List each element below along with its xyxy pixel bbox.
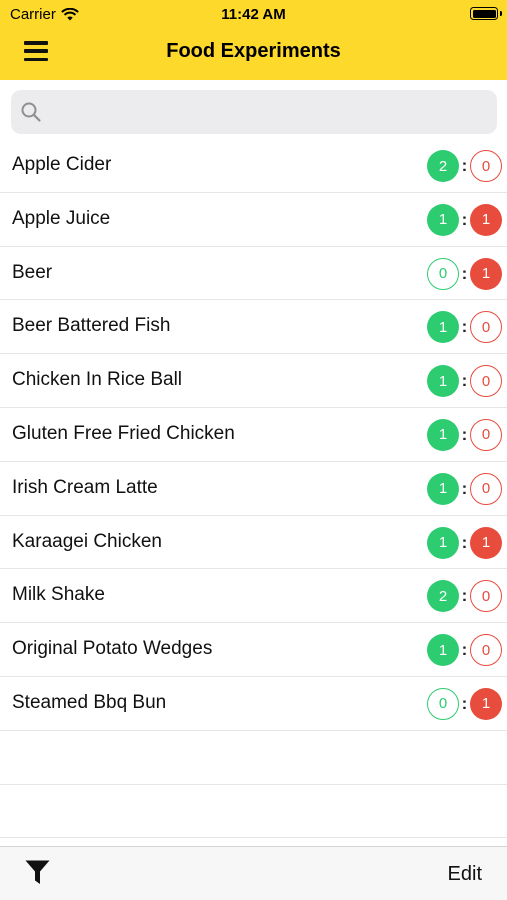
score-separator: :: [461, 532, 468, 552]
item-name: Apple Juice: [12, 207, 111, 229]
list-item[interactable]: Beer 0:1: [0, 247, 507, 301]
score-separator: :: [461, 371, 468, 391]
good-count-badge: 1: [427, 418, 459, 451]
bad-count-badge: 1: [470, 687, 502, 720]
score-badges: 1:1: [427, 526, 502, 559]
score-badges: 0:1: [427, 257, 502, 290]
score-separator: :: [461, 478, 468, 498]
good-count-badge: 1: [427, 472, 459, 505]
filter-icon[interactable]: [24, 859, 51, 886]
good-count-badge: 0: [427, 257, 459, 290]
search-icon: [21, 102, 41, 122]
item-name: Karaagei Chicken: [12, 530, 162, 552]
item-name: Irish Cream Latte: [12, 476, 158, 498]
score-separator: :: [461, 586, 468, 606]
score-badges: 2:0: [427, 580, 502, 613]
bad-count-badge: 0: [470, 634, 502, 667]
good-count-badge: 2: [427, 150, 459, 182]
experiment-list: Apple Cider 2:0 Apple Juice 1:1 Beer 0:1 Beer …: [0, 139, 507, 839]
item-name: Beer: [12, 261, 53, 283]
good-count-badge: 1: [427, 203, 459, 236]
bad-count-badge: 0: [470, 472, 502, 505]
status-bar: Carrier 11:42 AM: [0, 0, 507, 28]
score-separator: :: [461, 209, 468, 229]
score-badges: 1:0: [427, 365, 502, 398]
score-separator: :: [461, 693, 468, 713]
item-name: Steamed Bbq Bun: [12, 691, 167, 713]
list-item[interactable]: Irish Cream Latte 1:0: [0, 462, 507, 516]
bad-count-badge: 1: [470, 526, 502, 559]
item-name: Beer Battered Fish: [12, 315, 171, 337]
list-item[interactable]: Original Potato Wedges 1:0: [0, 623, 507, 677]
good-count-badge: 1: [427, 365, 459, 398]
bad-count-badge: 0: [470, 365, 502, 398]
empty-row: [0, 785, 507, 839]
bottom-toolbar: Edit: [0, 846, 507, 900]
bad-count-badge: 1: [470, 203, 502, 236]
score-separator: :: [461, 156, 468, 175]
item-name: Milk Shake: [12, 584, 105, 606]
navigation-bar: Food Experiments: [0, 28, 507, 80]
top-bar: Carrier 11:42 AM Food Experiments: [0, 0, 507, 80]
search-bar[interactable]: [11, 90, 497, 134]
score-separator: :: [461, 424, 468, 444]
score-separator: :: [461, 263, 468, 283]
list-item[interactable]: Steamed Bbq Bun 0:1: [0, 677, 507, 731]
bad-count-badge: 0: [470, 311, 502, 344]
score-badges: 1:1: [427, 203, 502, 236]
status-time: 11:42 AM: [221, 6, 286, 23]
item-name: Gluten Free Fried Chicken: [12, 422, 235, 444]
list-item[interactable]: Apple Cider 2:0: [0, 139, 507, 193]
edit-button[interactable]: Edit: [448, 863, 482, 886]
list-item[interactable]: Milk Shake 2:0: [0, 569, 507, 624]
score-badges: 0:1: [427, 687, 502, 720]
list-item[interactable]: Gluten Free Fried Chicken 1:0: [0, 408, 507, 462]
score-separator: :: [461, 317, 468, 337]
bad-count-badge: 0: [470, 580, 502, 613]
good-count-badge: 0: [427, 687, 459, 720]
good-count-badge: 2: [427, 580, 459, 613]
bad-count-badge: 1: [470, 257, 502, 290]
item-name: Chicken In Rice Ball: [12, 369, 183, 391]
good-count-badge: 1: [427, 526, 459, 559]
battery-icon: [470, 7, 502, 20]
good-count-badge: 1: [427, 311, 459, 344]
bad-count-badge: 0: [470, 418, 502, 451]
item-name: Original Potato Wedges: [12, 638, 213, 660]
list-item[interactable]: Beer Battered Fish 1:0: [0, 300, 507, 355]
bad-count-badge: 0: [470, 150, 502, 182]
list-item[interactable]: Chicken In Rice Ball 1:0: [0, 354, 507, 408]
list-item[interactable]: Apple Juice 1:1: [0, 193, 507, 247]
score-separator: :: [461, 640, 468, 660]
item-name: Apple Cider: [12, 154, 112, 175]
score-badges: 1:0: [427, 311, 502, 344]
score-badges: 2:0: [427, 150, 502, 182]
good-count-badge: 1: [427, 634, 459, 667]
score-badges: 1:0: [427, 472, 502, 505]
page-title: Food Experiments: [166, 40, 341, 62]
score-badges: 1:0: [427, 634, 502, 667]
search-input[interactable]: [51, 90, 481, 134]
list-item[interactable]: Karaagei Chicken 1:1: [0, 516, 507, 570]
score-badges: 1:0: [427, 418, 502, 451]
empty-row: [0, 731, 507, 785]
